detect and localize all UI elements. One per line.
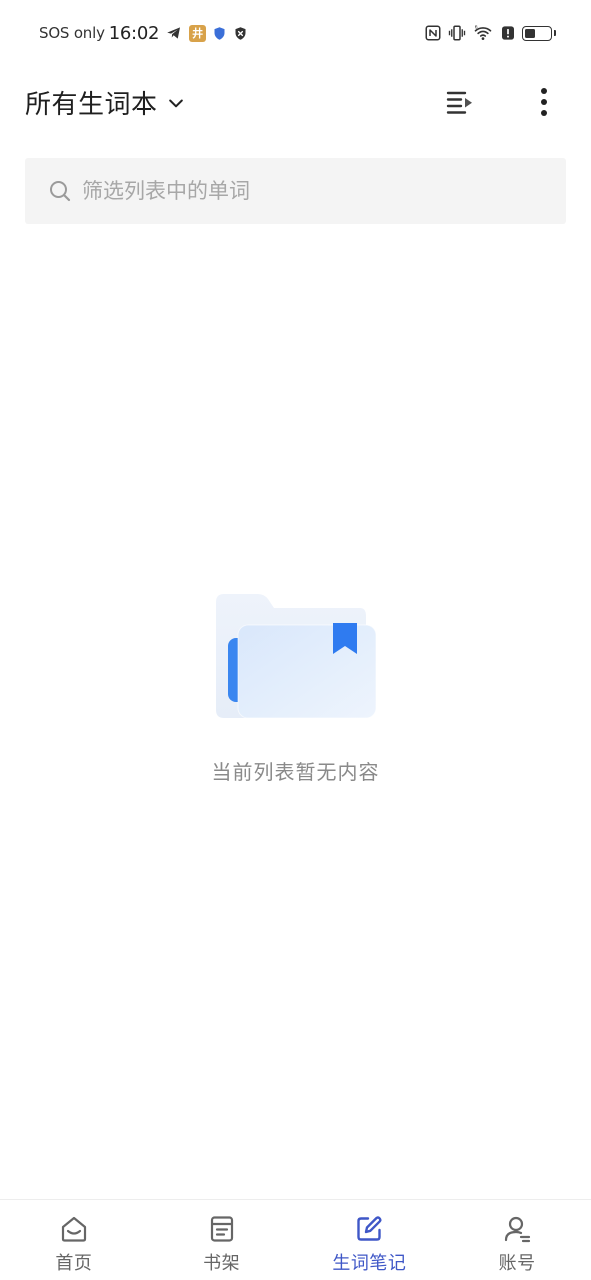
empty-folder-bookmark-icon	[216, 594, 377, 719]
app-badge-icon: 井	[189, 24, 207, 42]
search-icon	[50, 181, 71, 202]
more-vertical-icon	[541, 88, 547, 116]
nfc-icon	[425, 25, 441, 41]
nav-label-vocab-notes: 生词笔记	[332, 1253, 407, 1274]
search-box[interactable]	[25, 158, 566, 224]
bookshelf-icon	[210, 1216, 233, 1242]
shield-icon	[214, 26, 225, 40]
nav-item-account[interactable]: 账号	[443, 1200, 591, 1280]
nav-label-account: 账号	[498, 1253, 536, 1274]
app-header: 所有生词本	[0, 66, 591, 138]
nav-label-home: 首页	[55, 1253, 93, 1274]
nav-item-home[interactable]: 首页	[0, 1200, 148, 1280]
search-input[interactable]	[80, 178, 544, 204]
battery-level	[525, 28, 536, 38]
carrier-label: SOS only	[39, 24, 105, 42]
clock: 16:02	[108, 22, 160, 44]
nav-item-vocab-notes[interactable]: 生词笔记	[296, 1200, 444, 1280]
more-options-button[interactable]	[524, 82, 564, 122]
status-bar-right: 6	[418, 22, 556, 44]
chevron-down-icon	[168, 99, 183, 107]
empty-state-message: 当前列表暂无内容	[211, 760, 380, 784]
sort-button[interactable]	[440, 82, 480, 122]
alert-icon	[502, 26, 514, 40]
svg-text:6: 6	[475, 25, 478, 31]
wifi-icon: 6	[474, 25, 492, 40]
bottom-nav: 首页 书架 生词笔记 账号	[0, 1199, 591, 1280]
edit-note-icon	[357, 1216, 382, 1241]
vibrate-icon	[448, 25, 466, 41]
status-bar-left: SOS only 16:02 井	[39, 22, 254, 44]
telegram-icon	[167, 27, 181, 39]
nav-label-bookshelf: 书架	[203, 1253, 241, 1274]
wordbook-selector[interactable]: 所有生词本	[25, 84, 186, 121]
nav-item-bookshelf[interactable]: 书架	[148, 1200, 296, 1280]
home-icon	[61, 1216, 86, 1242]
sort-list-icon	[446, 91, 472, 114]
page-title: 所有生词本	[25, 90, 158, 120]
account-icon	[505, 1216, 531, 1243]
battery-icon	[522, 25, 556, 41]
status-bar: SOS only 16:02 井 6	[0, 0, 591, 66]
vpn-x-icon	[235, 26, 246, 40]
